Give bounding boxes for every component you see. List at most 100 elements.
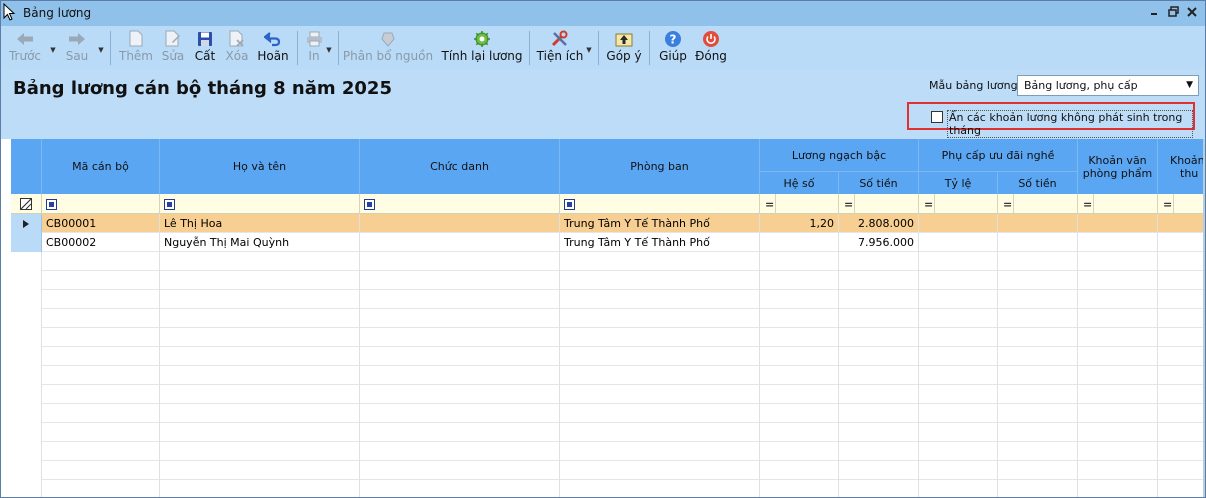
col-more-line2: thu: [1180, 167, 1199, 180]
print-button[interactable]: In: [303, 26, 325, 69]
cell-name[interactable]: Nguyễn Thị Mai Quỳnh: [160, 233, 360, 252]
feedback-button[interactable]: Góp ý: [604, 26, 644, 69]
grid-line: [838, 366, 839, 385]
col-allowance-amount[interactable]: Số tiền: [998, 171, 1078, 194]
grid-line: [359, 423, 360, 442]
cell-coef[interactable]: 1,20: [760, 214, 839, 233]
filter-code[interactable]: [42, 194, 160, 214]
close-icon[interactable]: [1185, 5, 1199, 19]
print-dropdown[interactable]: ▼: [325, 26, 333, 69]
table-row[interactable]: CB00002 Nguyễn Thị Mai Quỳnh Trung Tâm Y…: [11, 233, 1205, 252]
cell-code[interactable]: CB00002: [42, 233, 160, 252]
filter-coef[interactable]: [776, 194, 839, 214]
table-row[interactable]: CB00001 Lê Thị Hoa Trung Tâm Y Tế Thành …: [11, 214, 1205, 233]
filter-mode-icon: [564, 198, 575, 210]
cell-rate[interactable]: [919, 214, 998, 233]
filter-amount-op[interactable]: =: [839, 194, 855, 214]
allocate-source-button[interactable]: Phân bổ nguồn: [343, 26, 433, 69]
add-button[interactable]: Thêm: [116, 26, 156, 69]
grid-line: [159, 309, 160, 328]
cell-title[interactable]: [360, 233, 560, 252]
hide-zero-items-label[interactable]: Ẩn các khoản lương không phát sinh trong…: [947, 110, 1193, 138]
cell-stationery[interactable]: [1078, 214, 1158, 233]
col-more[interactable]: Khoản thu: [1158, 139, 1205, 194]
filter-options-icon[interactable]: [11, 194, 42, 214]
toolbar: Trước ▼ Sau ▼ Thêm Sửa Cất Xóa Hoãn In ▼…: [1, 26, 1205, 69]
filter-amount[interactable]: [855, 194, 919, 214]
cell-title[interactable]: [360, 214, 560, 233]
restore-icon[interactable]: [1149, 5, 1163, 19]
undo-button[interactable]: Hoãn: [254, 26, 292, 69]
filter-name[interactable]: [160, 194, 360, 214]
grid-line: [1077, 404, 1078, 423]
next-button[interactable]: Sau: [57, 26, 97, 69]
cell-allowance[interactable]: [998, 214, 1078, 233]
filter-more-op[interactable]: =: [1158, 194, 1174, 214]
grid-line: [838, 290, 839, 309]
cell-coef[interactable]: [760, 233, 839, 252]
cell-name[interactable]: Lê Thị Hoa: [160, 214, 360, 233]
filter-coef-op[interactable]: =: [760, 194, 776, 214]
help-button[interactable]: ? Giúp: [655, 26, 691, 69]
row-selector: [11, 366, 42, 385]
filter-more[interactable]: [1174, 194, 1205, 214]
utilities-button[interactable]: Tiện ích: [535, 26, 585, 69]
grid-line: [918, 385, 919, 404]
filter-allowance-op[interactable]: =: [998, 194, 1014, 214]
grid-line: [1157, 461, 1158, 480]
filter-dept[interactable]: [560, 194, 760, 214]
prev-button[interactable]: Trước: [1, 26, 49, 69]
prev-dropdown[interactable]: ▼: [49, 26, 57, 69]
grid-line: [159, 442, 160, 461]
col-amount[interactable]: Số tiền: [839, 171, 919, 194]
cell-dept[interactable]: Trung Tâm Y Tế Thành Phố: [560, 233, 760, 252]
allocate-icon: [380, 29, 396, 48]
cell-allowance[interactable]: [998, 233, 1078, 252]
filter-stationery[interactable]: [1094, 194, 1158, 214]
next-dropdown[interactable]: ▼: [97, 26, 105, 69]
grid-line: [838, 480, 839, 497]
utilities-dropdown[interactable]: ▼: [585, 26, 593, 69]
recalculate-salary-button[interactable]: Tính lại lương: [440, 26, 524, 69]
save-button[interactable]: Cất: [190, 26, 220, 69]
grid-line: [1077, 423, 1078, 442]
col-dept[interactable]: Phòng ban: [560, 139, 760, 194]
col-stationery[interactable]: Khoản văn phòng phẩm: [1078, 139, 1158, 194]
grid-line: [759, 366, 760, 385]
template-select[interactable]: Bảng lương, phụ cấp ▼: [1017, 75, 1199, 96]
grid-line: [1077, 252, 1078, 271]
grid-line: [838, 309, 839, 328]
row-selector[interactable]: [11, 233, 42, 252]
col-name[interactable]: Họ và tên: [160, 139, 360, 194]
grid-line: [1157, 385, 1158, 404]
vertical-scrollbar[interactable]: [1203, 139, 1205, 497]
page-header: Bảng lương cán bộ tháng 8 năm 2025 Mẫu b…: [1, 69, 1205, 139]
filter-rate-op[interactable]: =: [919, 194, 935, 214]
cell-more[interactable]: [1158, 214, 1205, 233]
maximize-icon[interactable]: [1167, 5, 1181, 19]
filter-allowance[interactable]: [1014, 194, 1078, 214]
col-code[interactable]: Mã cán bộ: [42, 139, 160, 194]
empty-row: [11, 347, 1205, 366]
cell-more[interactable]: [1158, 233, 1205, 252]
cell-amount[interactable]: 2.808.000: [839, 214, 919, 233]
filter-rate[interactable]: [935, 194, 998, 214]
row-selector: [11, 271, 42, 290]
cell-stationery[interactable]: [1078, 233, 1158, 252]
col-coef[interactable]: Hệ số: [760, 171, 839, 194]
delete-button[interactable]: Xóa: [220, 26, 254, 69]
col-rate[interactable]: Tỷ lệ: [919, 171, 998, 194]
grid-line: [1077, 347, 1078, 366]
edit-button[interactable]: Sửa: [156, 26, 190, 69]
filter-stationery-op[interactable]: =: [1078, 194, 1094, 214]
filter-title[interactable]: [360, 194, 560, 214]
col-title[interactable]: Chức danh: [360, 139, 560, 194]
hide-zero-items-checkbox[interactable]: [931, 111, 943, 123]
row-selector[interactable]: [11, 214, 42, 233]
grid-line: [159, 480, 160, 497]
cell-code[interactable]: CB00001: [42, 214, 160, 233]
close-button[interactable]: Đóng: [691, 26, 731, 69]
cell-amount[interactable]: 7.956.000: [839, 233, 919, 252]
cell-dept[interactable]: Trung Tâm Y Tế Thành Phố: [560, 214, 760, 233]
cell-rate[interactable]: [919, 233, 998, 252]
